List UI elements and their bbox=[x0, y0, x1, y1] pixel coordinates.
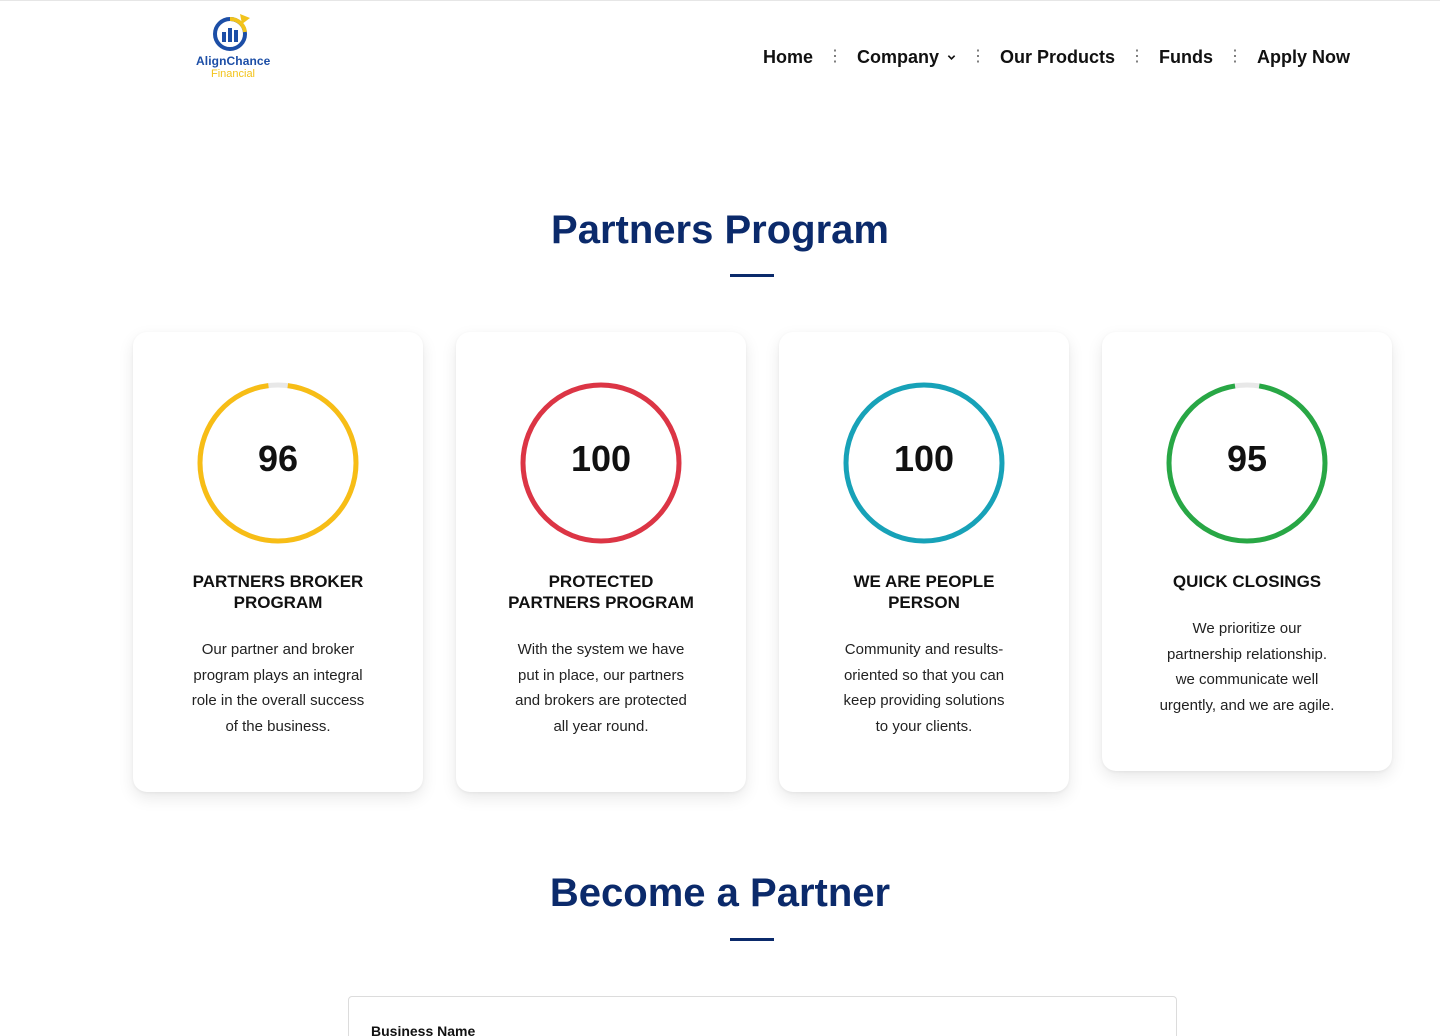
logo-name: AlignChance bbox=[196, 54, 271, 68]
card-title-line: PARTNERS BROKER bbox=[192, 572, 364, 591]
card-description: With the system we have put in place, ou… bbox=[496, 637, 706, 739]
card-title: WE ARE PEOPLE PERSON bbox=[799, 571, 1049, 613]
card-text-line: keep providing solutions bbox=[843, 692, 1005, 709]
card-text-line: Our partner and broker bbox=[201, 641, 355, 658]
card-title-line: PARTNERS PROGRAM bbox=[508, 593, 694, 612]
main-nav: Home ⋮ Company ⋮ Our Products ⋮ Funds ⋮ … bbox=[763, 44, 1350, 70]
card-text-line: We prioritize our bbox=[1192, 620, 1302, 637]
card-text-line: of the business. bbox=[225, 717, 331, 735]
progress-ring: 100 bbox=[520, 382, 682, 544]
card-text-line: program plays an integral bbox=[193, 666, 363, 684]
partner-card: 96 PARTNERS BROKER PROGRAM Our partner a… bbox=[133, 332, 423, 792]
card-title-line: PROTECTED bbox=[548, 572, 654, 591]
card-text-line: all year round. bbox=[553, 717, 649, 735]
business-name-label: Business Name bbox=[371, 1023, 476, 1036]
nav-company-label: Company bbox=[856, 46, 939, 67]
card-text-line: we communicate well bbox=[1175, 671, 1319, 688]
card-text-line: partnership relationship. bbox=[1166, 645, 1328, 663]
card-text-line: oriented so that you can bbox=[843, 666, 1005, 684]
logo[interactable]: AlignChance Financial bbox=[196, 12, 270, 84]
card-title-line: PROGRAM bbox=[233, 593, 323, 612]
progress-value: 100 bbox=[893, 438, 955, 479]
card-text-line: role in the overall success bbox=[191, 692, 365, 709]
card-text-line: urgently, and we are agile. bbox=[1159, 696, 1335, 714]
partner-card: 95 QUICK CLOSINGS We prioritize our part… bbox=[1102, 332, 1392, 771]
card-title: PROTECTED PARTNERS PROGRAM bbox=[476, 571, 726, 613]
card-text-line: put in place, our partners bbox=[518, 666, 684, 684]
progress-value: 100 bbox=[570, 438, 632, 479]
progress-value: 95 bbox=[1226, 438, 1268, 479]
partner-card: 100 PROTECTED PARTNERS PROGRAM With the … bbox=[456, 332, 746, 792]
card-title-line: PERSON bbox=[888, 593, 960, 612]
nav-separator-icon: ⋮ bbox=[1227, 48, 1243, 65]
site-header: AlignChance Financial Home ⋮ Company ⋮ O… bbox=[0, 0, 1440, 110]
title-underline bbox=[730, 274, 774, 277]
nav-our-products[interactable]: Our Products bbox=[1000, 47, 1115, 68]
nav-home[interactable]: Home bbox=[763, 47, 813, 68]
card-title: QUICK CLOSINGS bbox=[1122, 571, 1372, 592]
card-text-line: to your clients. bbox=[875, 717, 973, 735]
progress-ring: 96 bbox=[197, 382, 359, 544]
card-text-line: Community and results- bbox=[844, 641, 1004, 658]
progress-ring: 100 bbox=[843, 382, 1005, 544]
card-description: Our partner and broker program plays an … bbox=[173, 637, 383, 739]
nav-funds[interactable]: Funds bbox=[1159, 47, 1213, 68]
card-text-line: and brokers are protected bbox=[515, 692, 687, 709]
card-title-line: QUICK CLOSINGS bbox=[1172, 572, 1322, 591]
nav-company[interactable]: Company bbox=[857, 47, 956, 68]
become-partner-title: Become a Partner bbox=[549, 871, 891, 915]
card-title: PARTNERS BROKER PROGRAM bbox=[153, 571, 403, 613]
nav-separator-icon: ⋮ bbox=[1129, 48, 1145, 65]
progress-ring: 95 bbox=[1166, 382, 1328, 544]
card-description: Community and results- oriented so that … bbox=[819, 637, 1029, 739]
partner-card: 100 WE ARE PEOPLE PERSON Community and r… bbox=[779, 332, 1069, 792]
progress-value: 96 bbox=[257, 438, 299, 479]
chevron-down-icon bbox=[947, 54, 956, 60]
logo-mark-icon bbox=[213, 14, 250, 51]
partner-form: Business Name bbox=[348, 996, 1177, 1036]
logo-subtitle: Financial bbox=[210, 68, 256, 80]
card-text-line: With the system we have bbox=[517, 641, 685, 658]
title-underline bbox=[730, 938, 774, 941]
nav-apply-now[interactable]: Apply Now bbox=[1257, 47, 1350, 68]
card-description: We prioritize our partnership relationsh… bbox=[1142, 616, 1352, 718]
nav-separator-icon: ⋮ bbox=[826, 48, 843, 65]
card-title-line: WE ARE PEOPLE bbox=[853, 572, 995, 591]
partners-program-title: Partners Program bbox=[551, 208, 889, 252]
nav-separator-icon: ⋮ bbox=[969, 48, 986, 65]
